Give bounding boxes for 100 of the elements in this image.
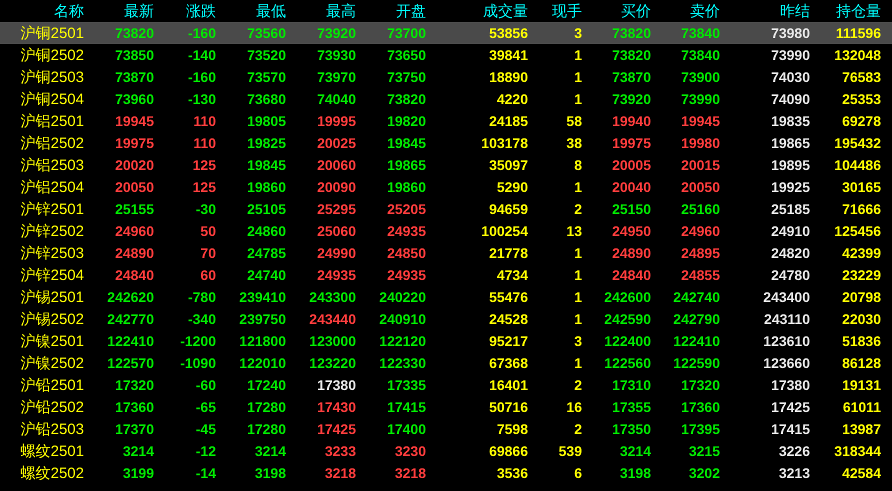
table-cell: 17425 xyxy=(317,422,356,436)
table-cell: 25105 xyxy=(247,202,286,216)
table-cell: 73820 xyxy=(115,26,154,40)
table-row[interactable]: 沪铜2501 73820 -160 73560 73920 73700 53856 3 73820 73840 73980 111596 xyxy=(0,22,892,44)
table-cell: 24780 xyxy=(771,268,810,282)
table-cell: 74030 xyxy=(771,70,810,84)
table-cell: 19865 xyxy=(771,136,810,150)
table-cell: 1 xyxy=(574,312,582,326)
table-cell: 17380 xyxy=(771,378,810,392)
table-cell: 24960 xyxy=(681,224,720,238)
table-cell: 25295 xyxy=(317,202,356,216)
contract-name: 沪铅2501 xyxy=(20,378,84,392)
table-cell: 19995 xyxy=(317,114,356,128)
contract-name: 沪锡2502 xyxy=(20,312,84,326)
table-cell: 73850 xyxy=(115,48,154,62)
table-cell: 18890 xyxy=(489,70,528,84)
table-cell: 24840 xyxy=(612,268,651,282)
table-cell: 24860 xyxy=(247,224,286,238)
table-cell: 121800 xyxy=(239,334,286,348)
table-cell: 76583 xyxy=(842,70,881,84)
table-cell: 3536 xyxy=(496,466,528,480)
table-cell: -1090 xyxy=(180,356,216,370)
table-cell: 17310 xyxy=(612,378,651,392)
table-cell: 17280 xyxy=(247,400,286,414)
table-cell: 13987 xyxy=(842,422,881,436)
column-header[interactable]: 成交量 xyxy=(426,4,528,18)
table-cell: 1 xyxy=(574,290,582,304)
column-header[interactable]: 开盘 xyxy=(356,4,426,18)
table-cell: 8 xyxy=(574,158,582,172)
table-cell: 73960 xyxy=(115,92,154,106)
column-header[interactable]: 涨跌 xyxy=(154,4,216,18)
table-cell: 73920 xyxy=(317,26,356,40)
contract-name: 螺纹2501 xyxy=(20,444,84,458)
table-cell: 4220 xyxy=(496,92,528,106)
table-cell: 242790 xyxy=(673,312,720,326)
table-cell: -160 xyxy=(188,26,216,40)
table-cell: 19945 xyxy=(115,114,154,128)
table-cell: 3214 xyxy=(254,444,286,458)
table-cell: 24855 xyxy=(681,268,720,282)
table-cell: 195432 xyxy=(834,136,881,150)
contract-name: 沪锌2504 xyxy=(20,268,84,282)
table-cell: 1 xyxy=(574,356,582,370)
contract-name: 沪铜2504 xyxy=(20,92,84,106)
table-cell: -780 xyxy=(188,290,216,304)
table-cell: -12 xyxy=(196,444,216,458)
table-cell: 243110 xyxy=(764,312,810,326)
column-header[interactable]: 名称 xyxy=(0,4,84,18)
column-header[interactable]: 最新 xyxy=(84,4,154,18)
table-cell: 539 xyxy=(558,444,582,458)
table-cell: 103178 xyxy=(481,136,528,150)
table-cell: -340 xyxy=(188,312,216,326)
contract-name: 沪锌2502 xyxy=(20,224,84,238)
table-cell: 104486 xyxy=(834,158,881,172)
table-cell: 3213 xyxy=(778,466,810,480)
table-cell: 239750 xyxy=(239,312,286,326)
column-header[interactable]: 卖价 xyxy=(651,4,720,18)
column-header[interactable]: 现手 xyxy=(528,4,582,18)
table-cell: 19825 xyxy=(247,136,286,150)
contract-name: 沪铝2501 xyxy=(20,114,84,128)
table-cell: 73570 xyxy=(247,70,286,84)
table-cell: -1200 xyxy=(180,334,216,348)
contract-name: 沪铅2502 xyxy=(20,400,84,414)
table-cell: 19940 xyxy=(612,114,651,128)
table-cell: 24895 xyxy=(681,246,720,260)
table-cell: 74040 xyxy=(317,92,356,106)
table-cell: 24910 xyxy=(771,224,810,238)
table-cell: 20015 xyxy=(681,158,720,172)
table-cell: 122570 xyxy=(107,356,154,370)
table-cell: 17240 xyxy=(247,378,286,392)
table-cell: 13 xyxy=(566,224,582,238)
table-cell: 242600 xyxy=(604,290,651,304)
table-cell: 30165 xyxy=(842,180,881,194)
table-cell: 24890 xyxy=(115,246,154,260)
table-cell: 2 xyxy=(574,378,582,392)
table-cell: 73820 xyxy=(612,48,651,62)
table-cell: 73650 xyxy=(387,48,426,62)
table-cell: 24950 xyxy=(612,224,651,238)
table-cell: 38 xyxy=(566,136,582,150)
column-header[interactable]: 最低 xyxy=(216,4,286,18)
table-cell: 110 xyxy=(193,114,216,128)
table-cell: 50716 xyxy=(489,400,528,414)
column-header[interactable]: 最高 xyxy=(286,4,356,18)
contract-name: 沪镍2502 xyxy=(20,356,84,370)
table-cell: 3218 xyxy=(324,466,356,480)
table-cell: 22030 xyxy=(842,312,881,326)
column-header[interactable]: 昨结 xyxy=(720,4,810,18)
table-cell: 42584 xyxy=(842,466,881,480)
table-cell: 24850 xyxy=(387,246,426,260)
table-cell: 17360 xyxy=(115,400,154,414)
table-cell: 243300 xyxy=(309,290,356,304)
table-cell: -140 xyxy=(188,48,216,62)
column-header[interactable]: 买价 xyxy=(582,4,651,18)
table-cell: 24990 xyxy=(317,246,356,260)
table-cell: 20090 xyxy=(317,180,356,194)
table-cell: 17320 xyxy=(115,378,154,392)
table-cell: 19925 xyxy=(771,180,810,194)
column-header[interactable]: 持仓量 xyxy=(810,4,881,18)
table-cell: 73700 xyxy=(387,26,426,40)
table-cell: 23229 xyxy=(842,268,881,282)
contract-name: 沪铜2501 xyxy=(20,26,84,40)
